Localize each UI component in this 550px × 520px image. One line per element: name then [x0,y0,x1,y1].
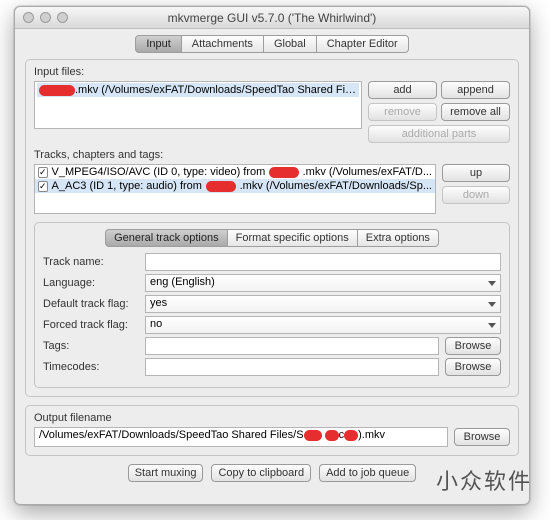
input-group: Input files: .mkv (/Volumes/exFAT/Downlo… [25,59,519,397]
tab-attachments[interactable]: Attachments [182,35,264,53]
tab-extra-options[interactable]: Extra options [358,229,439,247]
output-filename-input[interactable]: /Volumes/exFAT/Downloads/SpeedTao Shared… [34,427,448,447]
language-select[interactable]: eng (English) [145,274,501,292]
track-row-audio[interactable]: ✓ A_AC3 (ID 1, type: audio) from .mkv (/… [35,179,435,193]
tab-chapter-editor[interactable]: Chapter Editor [317,35,409,53]
input-files-list[interactable]: .mkv (/Volumes/exFAT/Downloads/SpeedTao … [34,81,362,129]
redacted-text [39,85,75,96]
output-browse-button[interactable]: Browse [454,428,510,446]
input-files-label: Input files: [34,66,510,78]
minimize-icon[interactable] [40,12,51,23]
input-file-item[interactable]: .mkv (/Volumes/exFAT/Downloads/SpeedTao … [37,83,359,97]
forced-flag-select[interactable]: no [145,316,501,334]
timecodes-input[interactable] [145,358,439,376]
main-tabbar: Input Attachments Global Chapter Editor [25,35,519,53]
tab-general-options[interactable]: General track options [105,229,228,247]
redacted-text [325,430,339,441]
tags-label: Tags: [43,340,139,352]
additional-parts-button[interactable]: additional parts [368,125,510,143]
titlebar: mkvmerge GUI v5.7.0 ('The Whirlwind') [15,7,529,29]
append-button[interactable]: append [441,81,510,99]
up-button[interactable]: up [442,164,510,182]
track-name-input[interactable] [145,253,501,271]
tags-browse-button[interactable]: Browse [445,337,501,355]
close-icon[interactable] [23,12,34,23]
default-flag-select[interactable]: yes [145,295,501,313]
tab-input[interactable]: Input [135,35,181,53]
output-group: Output filename /Volumes/exFAT/Downloads… [25,405,519,456]
remove-button[interactable]: remove [368,103,437,121]
app-window: mkvmerge GUI v5.7.0 ('The Whirlwind') In… [14,6,530,505]
track-options-group: General track options Format specific op… [34,222,510,388]
redacted-text [304,430,322,441]
timecodes-browse-button[interactable]: Browse [445,358,501,376]
redacted-text [206,181,236,192]
default-flag-label: Default track flag: [43,298,139,310]
tab-format-options[interactable]: Format specific options [228,229,358,247]
checkbox-icon[interactable]: ✓ [38,167,48,178]
language-label: Language: [43,277,139,289]
timecodes-label: Timecodes: [43,361,139,373]
zoom-icon[interactable] [57,12,68,23]
start-muxing-button[interactable]: Start muxing [128,464,204,482]
redacted-text [344,430,358,441]
tracks-list[interactable]: ✓ V_MPEG4/ISO/AVC (ID 0, type: video) fr… [34,164,436,214]
checkbox-icon[interactable]: ✓ [38,181,48,192]
down-button[interactable]: down [442,186,510,204]
redacted-text [269,167,298,178]
remove-all-button[interactable]: remove all [441,103,510,121]
add-button[interactable]: add [368,81,437,99]
track-row-video[interactable]: ✓ V_MPEG4/ISO/AVC (ID 0, type: video) fr… [35,165,435,179]
window-title: mkvmerge GUI v5.7.0 ('The Whirlwind') [15,11,529,25]
window-controls [23,12,68,23]
forced-flag-label: Forced track flag: [43,319,139,331]
output-label: Output filename [34,412,510,424]
tab-global[interactable]: Global [264,35,317,53]
add-queue-button[interactable]: Add to job queue [319,464,416,482]
copy-clipboard-button[interactable]: Copy to clipboard [211,464,311,482]
tags-input[interactable] [145,337,439,355]
tracks-label: Tracks, chapters and tags: [34,149,510,161]
track-name-label: Track name: [43,256,139,268]
